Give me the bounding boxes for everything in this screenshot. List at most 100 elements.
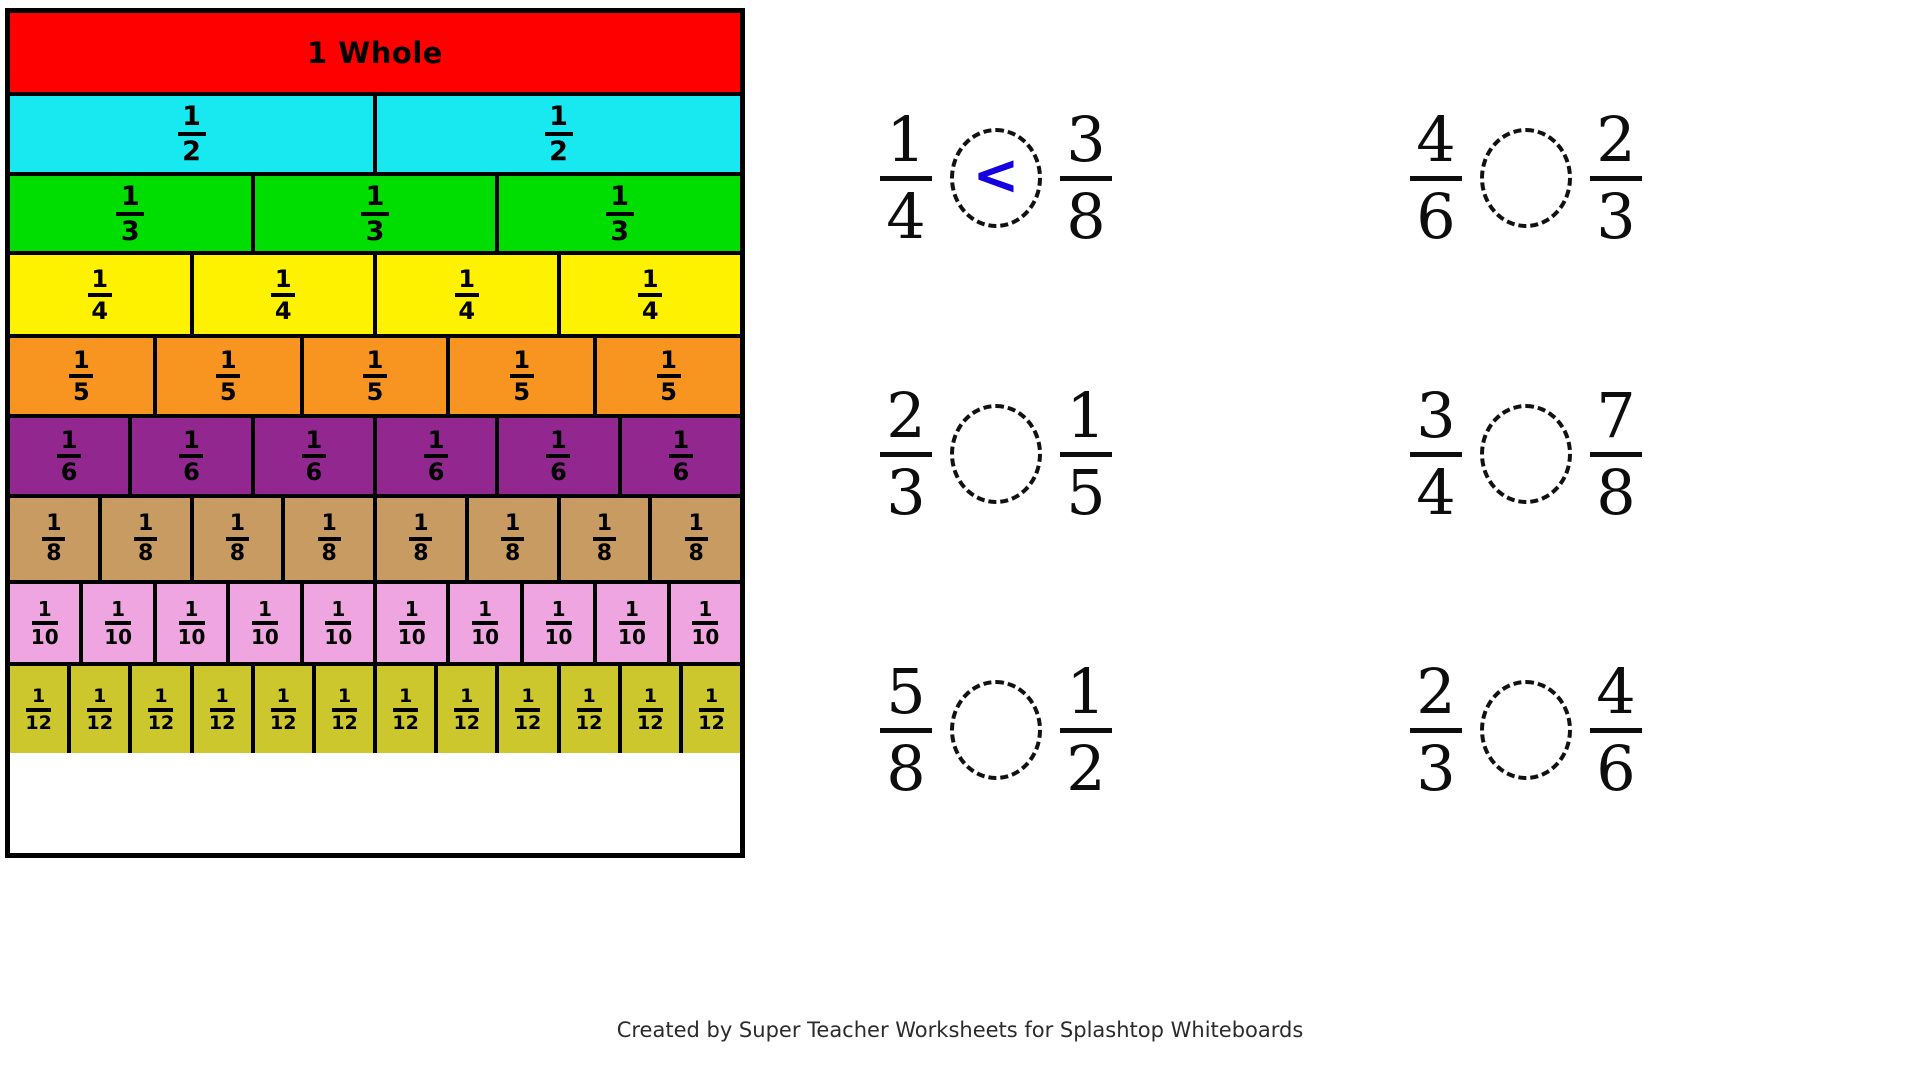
denominator: 12 [698,711,725,734]
strip-cell-1-12[interactable]: 1 12 [254,666,316,753]
denominator: 12 [453,711,481,734]
problem-p4: 3 4 7 8 [1370,316,1900,592]
strip-cell-1-12[interactable]: 1 12 [438,666,500,753]
strip-cell-1-10[interactable]: 1 10 [597,584,671,662]
strip-cell-1-5[interactable]: 15 [450,338,598,414]
denominator: 10 [177,625,206,649]
strip-cell-1-8[interactable]: 18 [285,498,377,580]
problem-row-2: 2 3 1 5 3 4 7 8 [840,316,1900,592]
strip-cell-1-10[interactable]: 1 10 [670,584,741,662]
numerator: 1 [366,346,384,374]
denominator: 8 [596,541,613,566]
strip-cell-1-6[interactable]: 16 [254,418,377,494]
numerator: 1 [513,346,531,374]
strip-fraction-label: 18 [592,513,616,566]
strip-cell-1-12[interactable]: 1 12 [499,666,561,753]
fraction-bar [637,707,663,712]
problem-p5-answer-circle[interactable] [950,680,1042,780]
strip-fraction-label: 15 [509,346,534,404]
fraction-bar [393,707,419,712]
denominator: 8 [688,541,704,566]
strip-cell-1-3[interactable]: 13 [10,176,255,251]
strip-cell-1-5[interactable]: 15 [156,338,304,414]
strip-cell-1-8[interactable]: 18 [468,498,561,580]
strip-fraction-label: 1 10 [471,599,499,647]
strip-cell-1-8[interactable]: 18 [10,498,102,580]
strip-cell-1-10[interactable]: 1 10 [83,584,157,662]
fraction-bar [515,707,541,712]
strip-cell-1-8[interactable]: 18 [193,498,286,580]
denominator: 4 [1416,455,1456,529]
strip-fraction-label: 18 [134,513,158,565]
strip-row-whole: 1 Whole [10,13,740,96]
denominator: 3 [1416,731,1456,805]
strip-fraction-label: 1 10 [398,599,426,647]
strip-cell-1-4[interactable]: 14 [193,255,377,334]
problem-p2-right-fraction: 2 3 [1590,108,1642,248]
strip-cell-whole[interactable]: 1 Whole [10,13,740,92]
problem-p3-answer-circle[interactable] [950,404,1042,504]
problem-p6: 2 3 4 6 [1370,592,1900,868]
fraction-bar [271,292,296,297]
strip-cell-1-6[interactable]: 16 [499,418,622,494]
strip-fraction-label: 1 12 [331,686,357,733]
strip-cell-1-12[interactable]: 1 12 [71,666,133,753]
numerator: 1 [1066,654,1106,728]
strip-fraction-label: 1 12 [25,686,51,733]
problem-p4-answer-circle[interactable] [1480,404,1572,504]
strip-cell-1-10[interactable]: 1 10 [303,584,378,662]
denominator: 5 [660,378,677,406]
numerator: 7 [1596,378,1636,452]
strip-cell-1-10[interactable]: 1 10 [523,584,598,662]
strip-cell-1-12[interactable]: 1 12 [560,666,622,753]
denominator: 2 [549,136,568,167]
strip-cell-1-4[interactable]: 14 [10,255,194,334]
strip-cell-1-5[interactable]: 15 [597,338,740,414]
strip-row-4: 14141414 [10,255,740,338]
strip-cell-1-6[interactable]: 16 [132,418,255,494]
denominator: 3 [886,455,926,529]
numerator: 4 [1416,102,1456,176]
strip-cell-1-12[interactable]: 1 12 [10,666,72,753]
strip-cell-1-12[interactable]: 1 12 [377,666,439,753]
fraction-strip-chart: 1 Whole 1212 131313 14141414 1515151515 … [5,8,745,858]
problem-p6-answer-circle[interactable] [1480,680,1572,780]
problem-p4-right-fraction: 7 8 [1590,378,1642,524]
strip-cell-1-3[interactable]: 13 [254,176,500,251]
denominator: 12 [514,711,542,734]
numerator: 1 [321,511,337,536]
strip-cell-1-5[interactable]: 15 [10,338,157,414]
strip-cell-1-8[interactable]: 18 [560,498,653,580]
denominator: 6 [183,458,200,486]
strip-cell-1-5[interactable]: 15 [303,338,451,414]
strip-cell-1-8[interactable]: 18 [377,498,469,580]
strip-fraction-label: 1 12 [698,686,725,734]
problem-p1-answer-circle[interactable]: < [950,128,1042,228]
strip-cell-1-12[interactable]: 1 12 [315,666,378,753]
strip-cell-1-12[interactable]: 1 12 [132,666,194,753]
strip-cell-1-8[interactable]: 18 [652,498,740,580]
strip-cell-1-3[interactable]: 13 [499,176,741,251]
strip-cell-1-6[interactable]: 16 [621,418,740,494]
strip-cell-1-10[interactable]: 1 10 [230,584,304,662]
denominator: 6 [672,458,690,486]
strip-cell-1-10[interactable]: 1 10 [377,584,451,662]
strip-fraction-label: 1 12 [270,686,296,733]
strip-cell-1-10[interactable]: 1 10 [450,584,524,662]
strip-cell-1-4[interactable]: 14 [560,255,740,334]
problem-p2-answer-circle[interactable] [1480,128,1572,228]
numerator: 1 [549,101,568,132]
strip-cell-1-2[interactable]: 12 [377,96,740,172]
strip-fraction-label: 1 10 [545,599,573,647]
strip-cell-1-10[interactable]: 1 10 [10,584,84,662]
strip-fraction-label: 15 [362,346,387,404]
strip-cell-1-4[interactable]: 14 [377,255,561,334]
strip-cell-1-6[interactable]: 16 [376,418,500,494]
strip-cell-1-12[interactable]: 1 12 [193,666,255,753]
strip-cell-1-10[interactable]: 1 10 [156,584,231,662]
strip-cell-1-2[interactable]: 12 [10,96,377,172]
strip-cell-1-8[interactable]: 18 [101,498,194,580]
strip-cell-1-6[interactable]: 16 [10,418,133,494]
strip-cell-1-12[interactable]: 1 12 [682,666,741,753]
strip-cell-1-12[interactable]: 1 12 [621,666,683,753]
